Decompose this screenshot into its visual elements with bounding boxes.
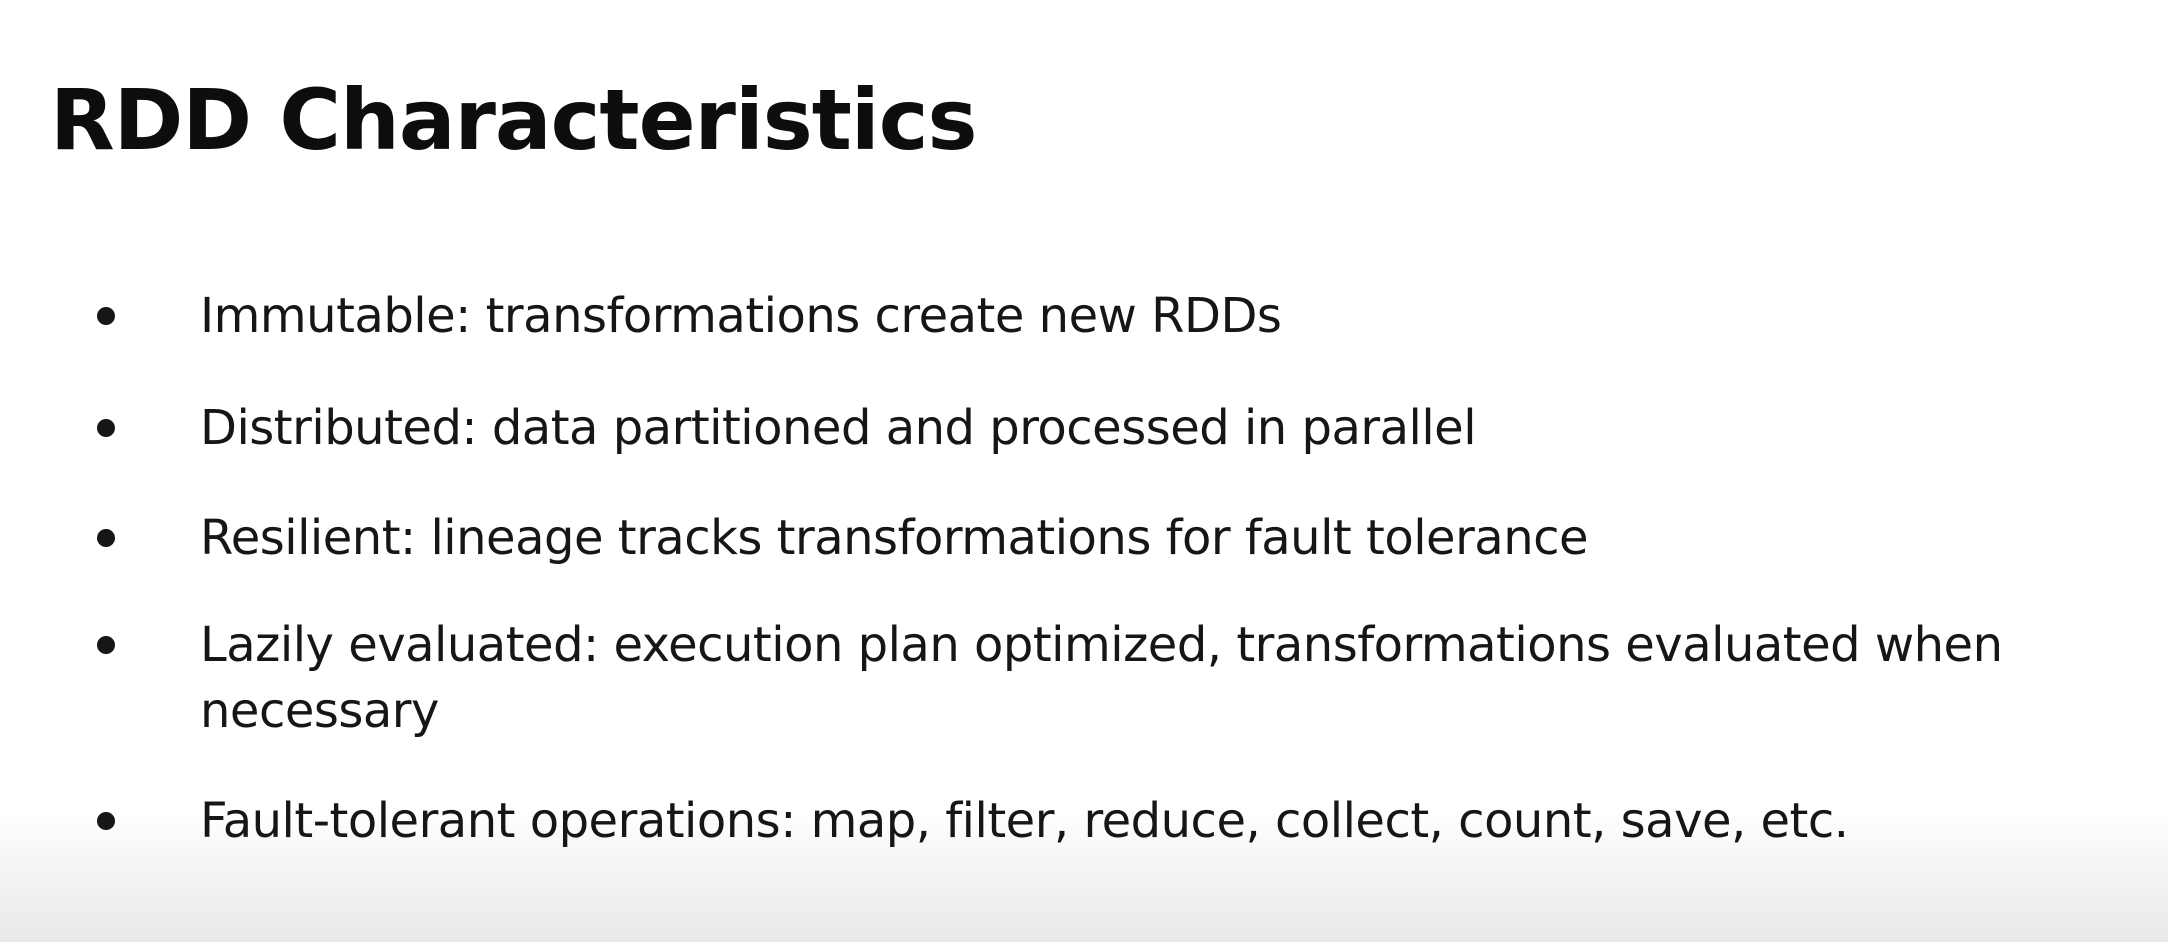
bullet-dot-icon xyxy=(97,636,115,654)
bullet-text: Resilient: lineage tracks transformation… xyxy=(200,510,1589,566)
bullet-dot-icon xyxy=(97,529,115,547)
bullet-dot-icon xyxy=(97,419,115,437)
bullet-list: Immutable: transformations create new RD… xyxy=(0,0,2168,942)
bullet-text: Lazily evaluated: execution plan optimiz… xyxy=(200,617,2003,739)
bullet-dot-icon xyxy=(97,812,115,830)
slide: RDD Characteristics Immutable: transform… xyxy=(0,0,2168,942)
bullet-text: Distributed: data partitioned and proces… xyxy=(200,400,1477,456)
bullet-dot-icon xyxy=(97,307,115,325)
bullet-text: Immutable: transformations create new RD… xyxy=(200,288,1282,344)
bullet-text: Fault-tolerant operations: map, filter, … xyxy=(200,793,1849,849)
